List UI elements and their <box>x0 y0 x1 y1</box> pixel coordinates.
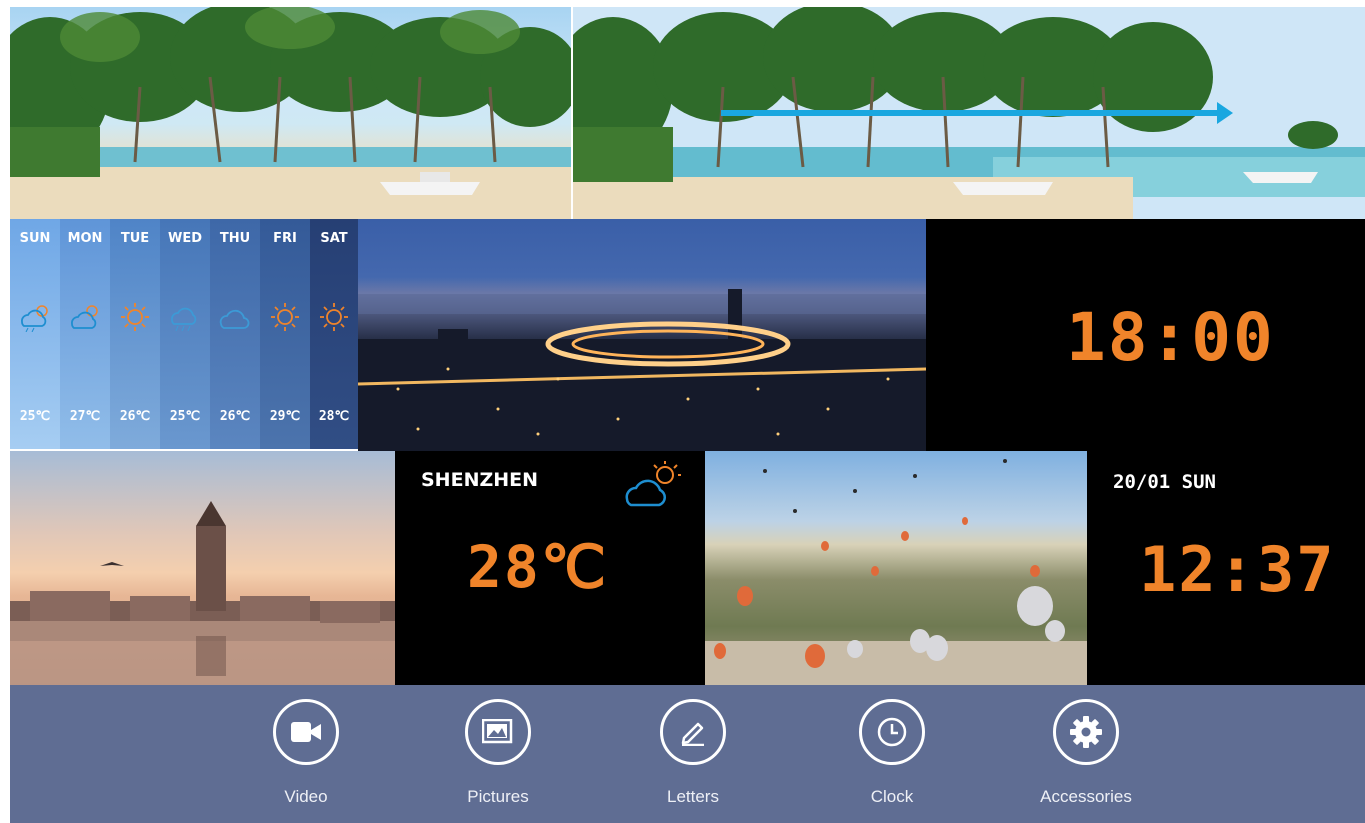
city-night-photo <box>358 219 926 451</box>
day-name: SAT <box>320 231 348 246</box>
accessories-label: Accessories <box>1040 787 1132 806</box>
rain-sun-icon <box>21 305 48 332</box>
day-temp: 26℃ <box>119 409 151 424</box>
day-name: MON <box>67 231 103 246</box>
forecast-day: MON 27℃ <box>60 219 110 449</box>
gear-icon <box>1053 699 1119 765</box>
city-name: SHENZHEN <box>421 469 539 491</box>
pictures-button[interactable]: Pictures <box>438 699 558 819</box>
forecast-day: SAT 28℃ <box>310 219 358 449</box>
forecast-day: SUN 25℃ <box>10 219 60 449</box>
day-temp: 26℃ <box>219 409 251 424</box>
day-name: THU <box>219 231 251 246</box>
day-name: SUN <box>19 231 51 246</box>
sun-icon <box>271 303 299 331</box>
forecast-day: TUE 26℃ <box>110 219 160 449</box>
tower-photo <box>10 451 395 685</box>
accessories-button[interactable]: Accessories <box>1026 699 1146 819</box>
weather-card: SHENZHEN 28℃ <box>395 451 705 685</box>
beach-photo-right <box>573 7 1365 219</box>
city-skyline-illustration <box>358 289 926 451</box>
clock-label: Clock <box>870 787 914 806</box>
video-label: Video <box>284 787 328 806</box>
day-name: TUE <box>120 231 150 246</box>
palm-trees-illustration <box>10 7 571 219</box>
day-temp: 29℃ <box>269 409 301 424</box>
clock-icon <box>859 699 925 765</box>
large-clock-panel: 18:00 <box>926 219 1365 451</box>
arrow-head-icon <box>1217 102 1233 124</box>
beach-photo-left <box>10 7 571 219</box>
picture-icon <box>465 699 531 765</box>
tower-illustration <box>10 501 395 685</box>
day-temp: 27℃ <box>69 409 101 424</box>
date-clock-panel: 20/01 SUN 12:37 <box>1087 451 1365 685</box>
pencil-icon <box>660 699 726 765</box>
sun-icon <box>121 303 149 331</box>
letters-label: Letters <box>667 787 719 806</box>
balloons-photo <box>705 451 1087 685</box>
sun-icon <box>320 303 348 331</box>
pictures-label: Pictures <box>467 787 529 806</box>
current-temp: 28℃ <box>467 533 608 601</box>
video-button[interactable]: Video <box>246 699 366 819</box>
direction-arrow <box>721 110 1221 116</box>
rain-icon <box>171 307 197 332</box>
letters-button[interactable]: Letters <box>633 699 753 819</box>
day-temp: 28℃ <box>318 409 350 424</box>
weekly-forecast: SUN 25℃ MON 27℃ TUE 26℃ WED 25℃ THU 26℃ … <box>10 219 358 451</box>
clock-button[interactable]: Clock <box>832 699 952 819</box>
forecast-day: FRI 29℃ <box>260 219 310 449</box>
balloons-illustration <box>705 459 1087 685</box>
cloud-sun-icon <box>71 305 98 329</box>
forecast-day: WED 25℃ <box>160 219 210 449</box>
bottom-toolbar: Video Pictures Letters Clock Accessories <box>10 685 1365 823</box>
day-name: FRI <box>273 231 297 246</box>
cloud-sun-icon <box>625 461 681 507</box>
forecast-day: THU 26℃ <box>210 219 260 449</box>
video-icon <box>273 699 339 765</box>
date-label: 20/01 SUN <box>1113 471 1216 493</box>
large-clock-time: 18:00 <box>1066 299 1275 376</box>
date-clock-time: 12:37 <box>1139 533 1336 606</box>
day-name: WED <box>167 231 202 246</box>
cloud-icon <box>219 309 250 329</box>
day-temp: 25℃ <box>169 409 201 424</box>
day-temp: 25℃ <box>19 409 51 424</box>
